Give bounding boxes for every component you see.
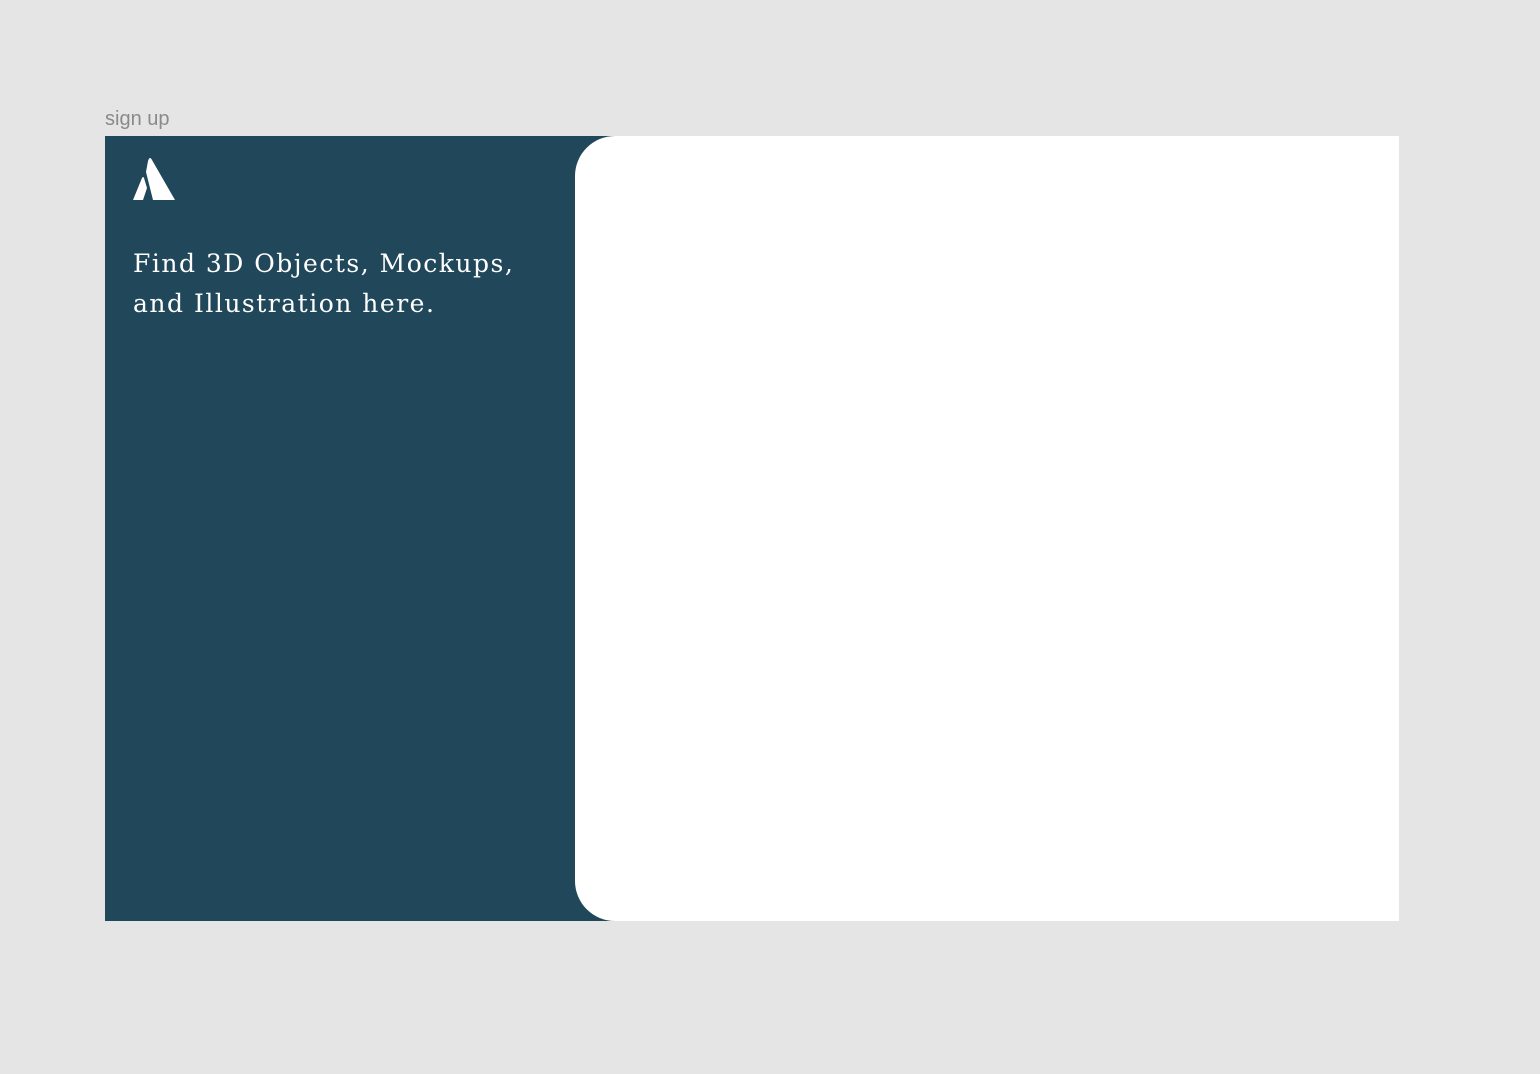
- frame-label: sign up: [105, 108, 170, 130]
- brand-panel: Find 3D Objects, Mockups, and Illustrati…: [105, 136, 615, 921]
- mountain-peak-icon: [133, 158, 175, 200]
- tagline: Find 3D Objects, Mockups, and Illustrati…: [133, 249, 515, 318]
- form-panel: [575, 136, 1399, 921]
- signup-frame: Find 3D Objects, Mockups, and Illustrati…: [105, 136, 1399, 921]
